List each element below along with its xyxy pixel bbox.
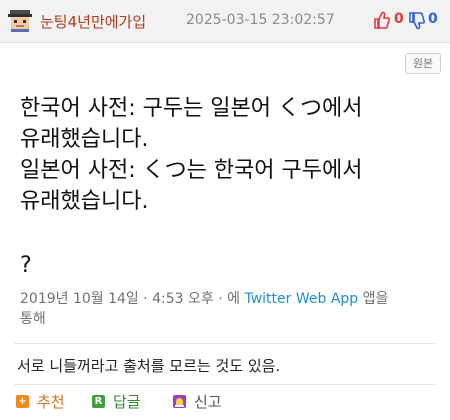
- upvote-count: 0: [394, 11, 404, 27]
- tweet-line: 유래했습니다.: [20, 189, 149, 214]
- reply-label: 답글: [113, 392, 141, 411]
- tweet-question-mark: ?: [20, 253, 32, 278]
- author-nickname[interactable]: 눈팅4년만에가입: [40, 11, 146, 32]
- divider: [14, 384, 436, 385]
- tweet-text: 한국어 사전: 구두는 일본어 くつ에서 유래했습니다. 일본어 사전: くつ는…: [20, 93, 440, 217]
- recommend-label: 추천: [37, 392, 65, 411]
- recommend-button[interactable]: + 추천: [16, 390, 65, 412]
- reply-button[interactable]: R 답글: [92, 390, 141, 412]
- original-image-button[interactable]: 원본: [405, 53, 441, 74]
- tweet-via: 앱을: [358, 291, 389, 307]
- tweet-date: 2019년 10월 14일 · 4:53 오후 · 에: [20, 291, 245, 307]
- report-label: 신고: [194, 392, 222, 411]
- post-header: 눈팅4년만에가입 2025-03-15 23:02:57 0 0: [0, 0, 450, 43]
- tweet-via-cont: 통해: [20, 311, 46, 327]
- reply-icon: R: [92, 394, 105, 408]
- tweet-meta: 2019년 10월 14일 · 4:53 오후 · 에 Twitter Web …: [20, 289, 440, 329]
- tweet-line: 유래했습니다.: [20, 127, 149, 152]
- thumbs-up-icon[interactable]: [374, 11, 390, 29]
- plus-icon: +: [16, 394, 29, 408]
- downvote-count: 0: [428, 11, 438, 27]
- tweet-line: 한국어 사전: 구두는 일본어 くつ에서: [20, 96, 363, 121]
- divider: [14, 343, 436, 344]
- tweet-line: 일본어 사전: くつ는 한국어 구두에서: [20, 158, 363, 183]
- thumbs-down-icon[interactable]: [409, 12, 425, 30]
- post-comment: 서로 니들꺼라고 출처를 모르는 것도 있음.: [17, 357, 281, 375]
- report-button[interactable]: 신고: [173, 390, 222, 412]
- tweet-source-app[interactable]: Twitter Web App: [244, 291, 358, 307]
- siren-icon: [173, 394, 186, 408]
- avatar-icon: [8, 10, 32, 32]
- post-timestamp: 2025-03-15 23:02:57: [186, 12, 335, 28]
